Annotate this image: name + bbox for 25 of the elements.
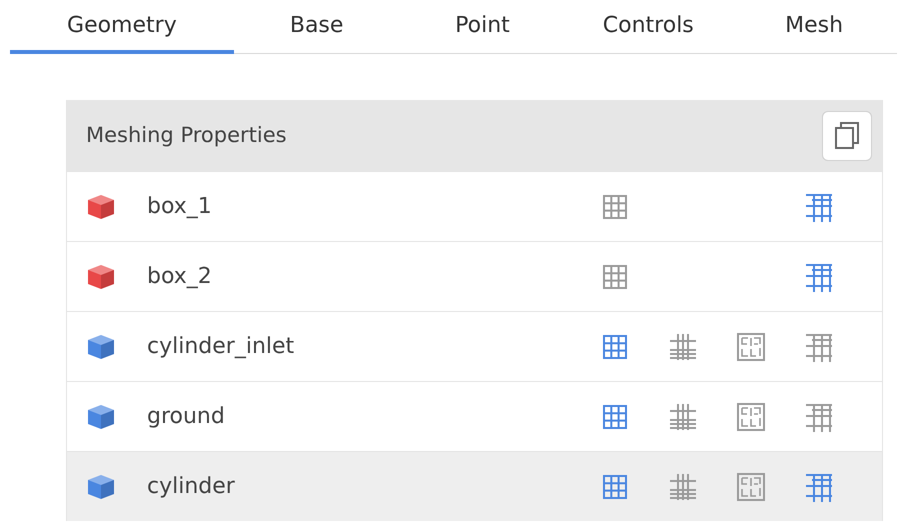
edge-grid-icon[interactable] <box>804 472 834 502</box>
tab[interactable]: Base <box>234 0 400 54</box>
edge-grid-icon[interactable] <box>804 262 834 292</box>
edge-grid-icon[interactable] <box>804 332 834 362</box>
dense-grid-icon[interactable] <box>668 332 698 362</box>
edge-grid-icon[interactable] <box>804 192 834 222</box>
copy-icon <box>833 120 861 150</box>
maze-grid-icon[interactable] <box>736 402 766 432</box>
item-name: cylinder <box>147 473 236 501</box>
tab[interactable]: Geometry <box>10 0 234 54</box>
item-name: cylinder_inlet <box>147 333 296 361</box>
tab[interactable]: Point <box>400 0 566 54</box>
maze-grid-icon[interactable] <box>736 332 766 362</box>
list-row[interactable]: cylinder <box>67 451 882 521</box>
edge-grid-icon[interactable] <box>804 402 834 432</box>
dense-grid-icon[interactable] <box>668 402 698 432</box>
dense-grid-icon[interactable] <box>668 472 698 502</box>
item-name: ground <box>147 403 226 431</box>
tab[interactable]: Controls <box>565 0 732 54</box>
item-name: box_1 <box>147 193 213 221</box>
maze-grid-icon[interactable] <box>736 472 766 502</box>
copy-button[interactable] <box>822 110 872 160</box>
item-name: box_2 <box>147 263 213 291</box>
tab[interactable]: Mesh <box>731 0 897 54</box>
panel-title: Meshing Properties <box>86 122 288 149</box>
